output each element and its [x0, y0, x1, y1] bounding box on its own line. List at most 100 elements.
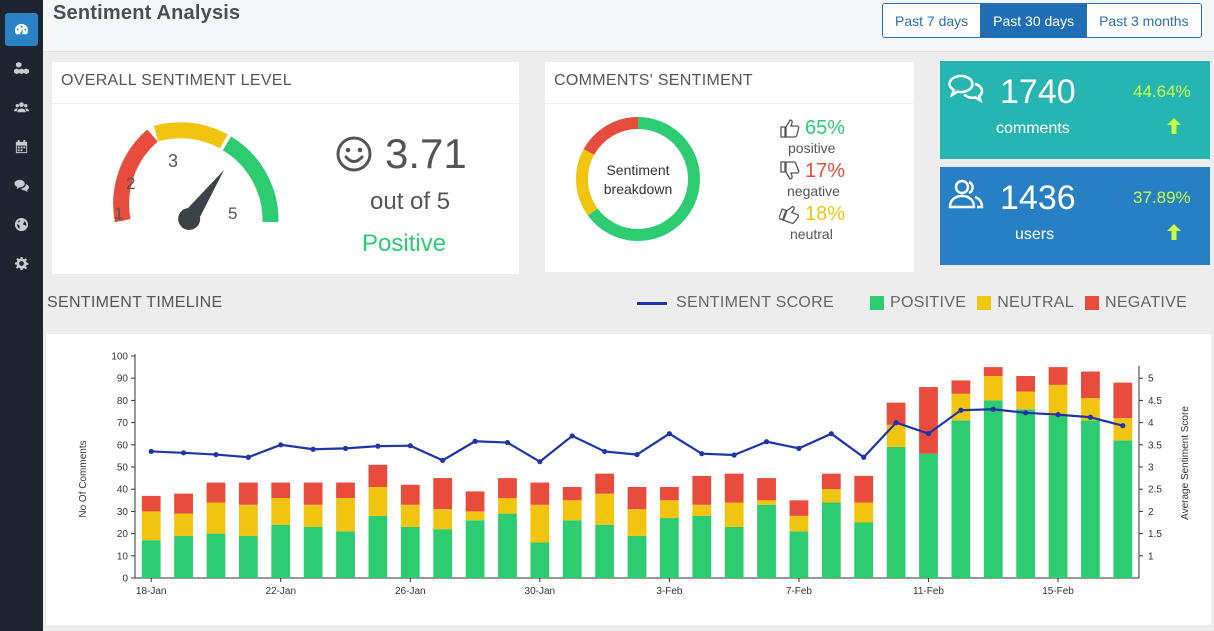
legend-neutral-label: NEUTRAL	[997, 294, 1074, 311]
sentiment-verdict: Positive	[362, 230, 447, 257]
bar-positive	[206, 533, 226, 578]
bar-neutral	[595, 493, 615, 525]
sentiment-score-point	[278, 442, 284, 448]
overall-sentiment-title: OVERALL SENTIMENT LEVEL	[61, 72, 292, 89]
sidebar	[0, 0, 43, 631]
header-bar: Sentiment Analysis Past 7 days Past 30 d…	[43, 0, 1214, 52]
range-past-3-months-button[interactable]: Past 3 months	[1087, 4, 1201, 37]
sentiment-score-point	[310, 446, 316, 452]
sidebar-item-products[interactable]	[0, 49, 43, 88]
x-tick-label: 15-Feb	[1042, 586, 1074, 597]
bar-positive	[886, 447, 906, 578]
bar-positive	[595, 524, 615, 578]
sidebar-item-comments[interactable]	[0, 166, 43, 205]
legend-line-swatch	[637, 301, 667, 305]
score-out-of: out of 5	[370, 188, 451, 215]
bar-neutral	[141, 511, 161, 541]
bar-negative	[271, 482, 291, 499]
bar-positive	[562, 520, 582, 578]
y-tick-label: 70	[117, 418, 129, 429]
bar-negative	[206, 482, 226, 503]
comments-sentiment-card: COMMENTS' SENTIMENT Sentiment breakdown …	[545, 62, 914, 272]
gear-icon	[14, 256, 29, 271]
bar-neutral	[271, 498, 291, 525]
x-tick-label: 7-Feb	[786, 586, 813, 597]
bar-negative	[530, 482, 550, 505]
legend-neutral-swatch	[977, 296, 992, 310]
sentiment-score-point	[699, 451, 705, 457]
smiley-icon	[336, 136, 372, 172]
sentiment-score-point	[504, 439, 511, 446]
comments-icon	[14, 179, 29, 193]
users-icon	[14, 102, 29, 113]
dashboard-icon	[14, 23, 29, 35]
card-divider	[52, 103, 519, 104]
thumbs-down-icon	[780, 161, 800, 180]
bar-negative	[1081, 371, 1100, 399]
legend-sentiment-score[interactable]: SENTIMENT SCORE	[637, 294, 834, 312]
bar-neutral	[789, 515, 809, 532]
sentiment-score-point	[861, 454, 867, 460]
bar-negative	[627, 486, 647, 510]
bar-positive	[368, 515, 388, 578]
legend-positive[interactable]: POSITIVE	[870, 294, 966, 312]
thumbs-up-icon	[780, 119, 800, 138]
bar-neutral	[303, 504, 323, 527]
bar-neutral	[238, 504, 258, 536]
y-tick-label: 10	[117, 551, 129, 562]
sentiment-score-point	[828, 431, 834, 437]
y-tick-label: 90	[117, 374, 129, 385]
sentiment-score-point	[375, 443, 381, 449]
legend-negative[interactable]: NEGATIVE	[1084, 294, 1188, 312]
overall-sentiment-card: OVERALL SENTIMENT LEVEL 1 2 3 5 3.71 out…	[52, 62, 519, 274]
bar-positive	[238, 535, 258, 578]
sidebar-item-users[interactable]	[0, 88, 43, 127]
sidebar-item-globe[interactable]	[0, 205, 43, 244]
sentiment-score-point	[148, 448, 154, 455]
bar-negative	[1113, 382, 1133, 419]
legend-negative-label: NEGATIVE	[1104, 294, 1188, 311]
sidebar-item-dashboard[interactable]	[0, 10, 43, 49]
y2-tick-label: 1	[1148, 551, 1154, 562]
sentiment-score-point	[990, 406, 996, 412]
bar-positive	[627, 535, 647, 578]
bar-neutral	[562, 500, 582, 521]
bar-positive	[1048, 415, 1068, 578]
sentiment-score-point	[537, 459, 543, 465]
bar-positive	[659, 518, 679, 578]
legend-neutral[interactable]: NEUTRAL	[977, 294, 1074, 312]
sentiment-score-point	[796, 445, 802, 451]
bar-positive	[919, 453, 938, 578]
range-past-30-days-button[interactable]: Past 30 days	[981, 4, 1088, 37]
bar-positive	[789, 531, 809, 578]
comments-label: comments	[996, 120, 1070, 137]
users-icon	[948, 179, 984, 209]
bar-neutral	[659, 500, 679, 519]
y-tick-label: 40	[117, 485, 129, 496]
bar-positive	[174, 535, 193, 578]
sentiment-score-point	[407, 443, 413, 449]
y2-tick-label: 3	[1148, 463, 1154, 474]
sentiment-breakdown-list: 65% positive 17% negative 18% neutral	[779, 116, 889, 245]
bar-negative	[983, 367, 1003, 376]
bar-negative	[433, 478, 453, 510]
sentiment-score-point	[472, 438, 478, 444]
range-past-7-days-button[interactable]: Past 7 days	[883, 4, 982, 37]
bar-neutral	[400, 504, 420, 527]
comments-change-percent: 44.64%	[1133, 82, 1191, 101]
sidebar-item-calendar[interactable]	[0, 127, 43, 166]
sentiment-score-point	[245, 454, 251, 460]
sentiment-score-point	[763, 439, 770, 445]
thumbs-sideways-icon	[779, 205, 800, 224]
y2-tick-label: 4	[1148, 418, 1154, 429]
bar-negative	[368, 464, 388, 487]
bar-neutral	[983, 375, 1003, 401]
bar-neutral	[854, 502, 874, 523]
bar-negative	[919, 387, 938, 454]
bar-negative	[789, 500, 809, 516]
bar-neutral	[692, 504, 712, 516]
bar-neutral	[1016, 391, 1036, 410]
negative-percentage: 17%	[805, 159, 846, 182]
sidebar-item-settings[interactable]	[0, 244, 43, 283]
donut-slice-positive	[587, 117, 700, 241]
